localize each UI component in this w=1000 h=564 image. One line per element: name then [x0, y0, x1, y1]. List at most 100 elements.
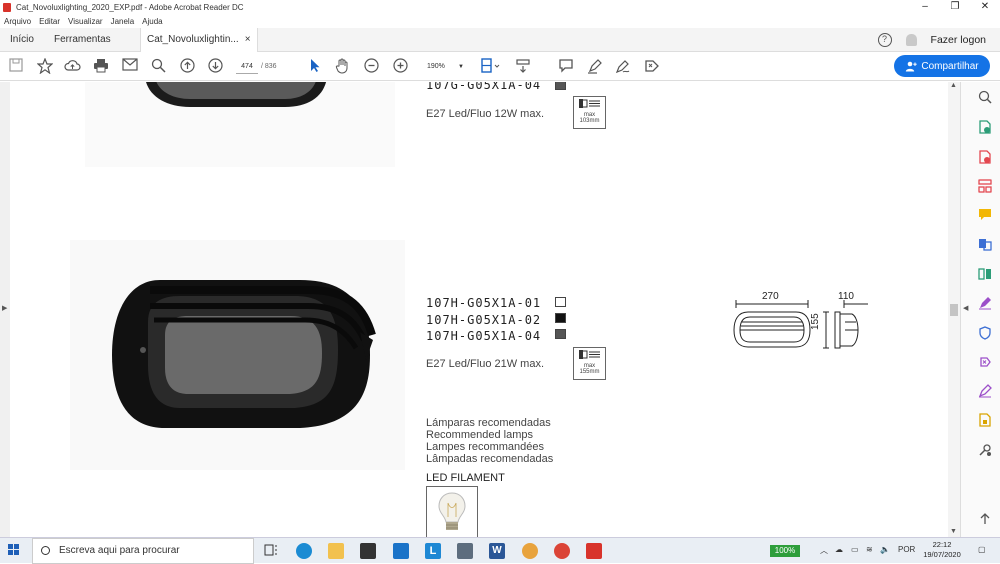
- file-explorer-icon[interactable]: [328, 543, 344, 559]
- edit-pdf-icon[interactable]: [978, 179, 992, 193]
- share-button[interactable]: Compartilhar: [894, 55, 990, 77]
- tab-document-label: Cat_Novoluxlightin...: [147, 34, 239, 45]
- menu-janela[interactable]: Janela: [111, 17, 135, 26]
- menu-ajuda[interactable]: Ajuda: [142, 17, 162, 26]
- page-number-input[interactable]: 474: [236, 60, 258, 74]
- launcher-l-icon[interactable]: L: [425, 543, 441, 559]
- calculator-icon[interactable]: [457, 543, 473, 559]
- star-icon[interactable]: [35, 57, 54, 75]
- stamp-icon[interactable]: [978, 413, 992, 427]
- notifications-icon[interactable]: ▢: [978, 545, 986, 554]
- comment-tool-icon[interactable]: [978, 208, 992, 222]
- print-icon[interactable]: [92, 58, 109, 75]
- clock-date: 19/07/2020: [923, 550, 961, 559]
- acrobat-icon: [3, 3, 11, 12]
- led-bulb-box: [426, 486, 478, 537]
- more-tools-icon[interactable]: [978, 443, 992, 457]
- tab-home[interactable]: Início: [10, 28, 34, 52]
- combine-files-icon[interactable]: [978, 237, 992, 251]
- menu-visualizar[interactable]: Visualizar: [68, 17, 103, 26]
- battery-indicator[interactable]: 100%: [770, 545, 800, 557]
- acrobat-reader-icon[interactable]: [586, 543, 602, 559]
- organize-pages-icon[interactable]: [978, 267, 992, 281]
- draw-icon[interactable]: [614, 58, 631, 75]
- help-icon[interactable]: ?: [877, 33, 892, 47]
- highlight-pen-icon[interactable]: [586, 58, 603, 75]
- zoom-value: 190%: [427, 63, 445, 70]
- protect-shield-icon[interactable]: [978, 326, 992, 340]
- product-code: 107H-G05X1A-01: [426, 296, 542, 310]
- language-indicator[interactable]: POR: [898, 545, 915, 554]
- scroll-thumb[interactable]: [950, 304, 958, 316]
- right-tools-panel: ◀: [960, 82, 1000, 537]
- vertical-scrollbar[interactable]: ▲ ▼: [948, 82, 960, 537]
- scroll-mode-icon[interactable]: [514, 58, 531, 75]
- page-display-icon[interactable]: [479, 58, 503, 75]
- word-icon[interactable]: W: [489, 543, 505, 559]
- logon-link[interactable]: Fazer logon: [931, 34, 986, 46]
- mail-icon[interactable]: [393, 543, 409, 559]
- browser-icon[interactable]: [522, 543, 538, 559]
- toolbar: 474 / 836 190% ▼: [0, 52, 1000, 81]
- select-cursor-icon[interactable]: [306, 58, 323, 75]
- tray-cloud-icon[interactable]: ☁: [835, 545, 843, 554]
- close-window-button[interactable]: ✕: [970, 0, 1000, 15]
- technical-drawing: [733, 300, 868, 349]
- save-icon[interactable]: [7, 58, 24, 75]
- tab-tools[interactable]: Ferramentas: [54, 28, 111, 52]
- search-icon[interactable]: [150, 58, 167, 75]
- tab-document[interactable]: Cat_Novoluxlightin... ×: [140, 28, 258, 52]
- color-swatch-white: [555, 297, 566, 307]
- comment-icon[interactable]: [557, 58, 574, 75]
- windows-start-icon[interactable]: [8, 544, 20, 556]
- minimize-button[interactable]: –: [910, 0, 940, 15]
- fill-sign-icon[interactable]: [978, 296, 992, 310]
- share-label: Compartilhar: [921, 60, 979, 72]
- system-clock[interactable]: 22:12 19/07/2020: [920, 540, 964, 560]
- menu-arquivo[interactable]: Arquivo: [4, 17, 31, 26]
- zoom-search-icon[interactable]: [978, 90, 992, 104]
- bell-icon[interactable]: [905, 34, 917, 46]
- expand-left-panel-icon[interactable]: ▶: [2, 304, 7, 312]
- task-view-icon[interactable]: [264, 543, 280, 559]
- light-bulb-icon: [438, 492, 466, 530]
- zoom-select[interactable]: 190% ▼: [420, 60, 468, 74]
- led-filament-label: LED FILAMENT: [426, 472, 505, 484]
- max-size-box: max 155mm: [573, 347, 606, 380]
- sign-icon[interactable]: [643, 58, 660, 75]
- menu-editar[interactable]: Editar: [39, 17, 60, 26]
- chrome-icon[interactable]: [554, 543, 570, 559]
- wifi-icon[interactable]: ≋: [866, 545, 873, 554]
- maximize-button[interactable]: ❐: [940, 0, 970, 15]
- add-person-icon: [906, 61, 918, 71]
- export-pdf-icon[interactable]: [978, 120, 992, 134]
- certificate-pen-icon[interactable]: [978, 384, 992, 398]
- send-for-signature-icon[interactable]: [978, 355, 992, 369]
- create-pdf-icon[interactable]: [978, 150, 992, 164]
- tray-network-icon[interactable]: ▭: [851, 545, 859, 554]
- product-codes: 107H-G05X1A-01 107H-G05X1A-02 107H-G05X1…: [426, 295, 541, 345]
- collapse-panel-icon[interactable]: ◀: [963, 304, 968, 312]
- tray-chevron-icon[interactable]: ︿: [820, 545, 828, 556]
- email-icon[interactable]: [121, 58, 138, 75]
- taskbar-search-placeholder: Escreva aqui para procurar: [59, 545, 180, 556]
- scroll-down-icon[interactable]: ▼: [950, 528, 957, 535]
- zoom-out-icon[interactable]: [363, 58, 380, 75]
- scroll-up-icon[interactable]: ▲: [950, 82, 957, 89]
- edge-browser-icon[interactable]: [296, 543, 312, 559]
- taskbar-search-box[interactable]: Escreva aqui para procurar: [32, 538, 254, 564]
- product-code: 107H-G05X1A-02: [426, 312, 542, 327]
- zoom-in-icon[interactable]: [392, 58, 409, 75]
- taskbar: Escreva aqui para procurar L W 100% ︿ ☁ …: [0, 537, 1000, 564]
- volume-icon[interactable]: 🔈: [880, 545, 890, 554]
- customize-panel-icon[interactable]: [978, 512, 992, 526]
- store-icon[interactable]: [360, 543, 376, 559]
- lamp-107h-image: [70, 240, 405, 470]
- hand-tool-icon[interactable]: [334, 58, 351, 75]
- cloud-upload-icon[interactable]: [64, 58, 81, 75]
- page-down-icon[interactable]: [207, 58, 224, 75]
- tab-bar-right: ? Fazer logon: [877, 28, 986, 52]
- lamp-size-icon: [578, 350, 600, 359]
- page-up-icon[interactable]: [179, 58, 196, 75]
- tab-close-icon[interactable]: ×: [245, 34, 251, 45]
